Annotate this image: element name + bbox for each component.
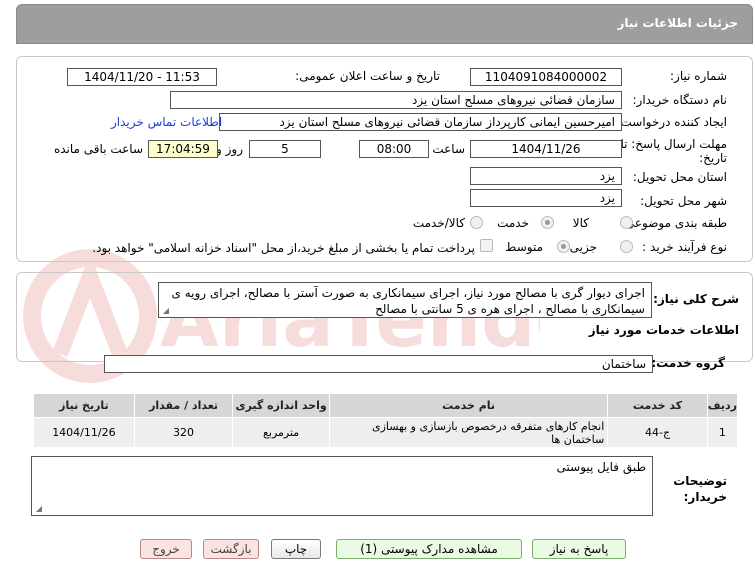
city-label: شهر محل تحویل:: [640, 194, 727, 208]
notes-resize-handle-icon[interactable]: ◢: [34, 505, 42, 513]
description-label: شرح کلی نیاز:: [653, 292, 739, 306]
table-header-row: ردیف کد خدمت نام خدمت واحد اندازه گیری ت…: [33, 393, 739, 418]
category-radio-goods[interactable]: [620, 216, 633, 229]
process-option-minor: جزیی: [569, 240, 597, 254]
cell-unit: مترمربع: [232, 417, 330, 448]
contact-buyer-link[interactable]: اطلاعات تماس خریدار: [111, 115, 222, 129]
announce-date-field: 1404/11/20 - 11:53: [67, 68, 217, 86]
city-field: یزد: [470, 189, 622, 207]
cell-service-name: انجام کارهای متفرقه درخصوص بازسازی و بهس…: [328, 417, 609, 448]
category-option-goods-service: کالا/خدمت: [412, 216, 465, 230]
payment-note: پرداخت تمام یا بخشی از مبلغ خرید،از محل …: [92, 241, 475, 255]
col-unit: واحد اندازه گیری: [232, 393, 330, 418]
col-service-code: کد خدمت: [607, 393, 708, 418]
process-radio-medium[interactable]: [557, 240, 570, 253]
province-field: یزد: [470, 167, 622, 185]
description-text: اجرای دیوار گری با مصالح مورد نیاز، اجرا…: [171, 286, 646, 316]
services-section-title: اطلاعات خدمات مورد نیاز: [588, 323, 739, 337]
category-radio-service[interactable]: [541, 216, 554, 229]
process-label: نوع فرآیند خرید :: [642, 240, 727, 254]
treasury-payment-checkbox[interactable]: [480, 239, 493, 252]
col-need-date: تاریخ نیاز: [33, 393, 135, 418]
page-title: جزئیات اطلاعات نیاز: [617, 16, 738, 30]
info-section: [16, 56, 753, 262]
province-label: استان محل تحویل:: [632, 170, 727, 184]
description-field: اجرای دیوار گری با مصالح مورد نیاز، اجرا…: [158, 282, 652, 318]
view-attachments-button[interactable]: مشاهده مدارک پیوستی (1): [336, 539, 522, 559]
col-service-name: نام خدمت: [328, 393, 609, 418]
days-label: روز و: [216, 142, 243, 156]
buyer-notes-field: طبق فایل پیوستی ◢: [31, 456, 653, 516]
service-group-label: گروه خدمت:: [651, 356, 725, 370]
panel-header: جزئیات اطلاعات نیاز: [16, 4, 753, 44]
need-number-field: 1104091084000002: [470, 68, 622, 86]
deadline-time-label: ساعت: [432, 142, 465, 156]
cell-need-date: 1404/11/26: [33, 417, 135, 448]
col-row-number: ردیف: [706, 393, 739, 418]
creator-label: ایجاد کننده درخواست:: [616, 115, 727, 129]
remaining-time-field: 17:04:59: [148, 140, 218, 158]
deadline-label: مهلت ارسال پاسخ: تا: [620, 137, 727, 151]
need-number-label: شماره نیاز:: [670, 69, 727, 83]
buyer-org-field: سازمان قضائی نیروهای مسلح استان یزد: [170, 91, 622, 109]
exit-button[interactable]: خروج: [140, 539, 192, 559]
buyer-notes-text: طبق فایل پیوستی: [556, 460, 646, 474]
process-option-medium: متوسط: [505, 240, 543, 254]
category-radio-goods-service[interactable]: [470, 216, 483, 229]
category-option-service: خدمت: [497, 216, 529, 230]
announce-label: تاریخ و ساعت اعلان عمومی:: [295, 69, 440, 83]
service-group-field: ساختمان: [104, 355, 653, 373]
deadline-label-date: تاریخ:: [699, 151, 727, 165]
buyer-notes-label: توضیحات: [673, 474, 727, 488]
col-quantity: تعداد / مقدار: [133, 393, 234, 418]
creator-field: امیرحسین ایمانی کارپرداز سازمان قضائی نی…: [219, 113, 622, 131]
remaining-time-label: ساعت باقی مانده: [53, 142, 143, 156]
table-row[interactable]: 1 ج-44 انجام کارهای متفرقه درخصوص بازساز…: [33, 417, 739, 448]
cell-quantity: 320: [133, 417, 234, 448]
days-field: 5: [249, 140, 321, 158]
cell-row-number: 1: [706, 417, 739, 448]
process-radio-minor[interactable]: [620, 240, 633, 253]
services-table: ردیف کد خدمت نام خدمت واحد اندازه گیری ت…: [33, 393, 739, 448]
buyer-org-label: نام دستگاه خریدار:: [632, 93, 728, 107]
back-button[interactable]: بازگشت: [203, 539, 259, 559]
respond-button[interactable]: پاسخ به نیاز: [532, 539, 626, 559]
resize-handle-icon[interactable]: ◢: [161, 307, 169, 315]
print-button[interactable]: چاپ: [271, 539, 321, 559]
cell-service-code: ج-44: [607, 417, 708, 448]
deadline-time-field: 08:00: [359, 140, 429, 158]
deadline-date-field: 1404/11/26: [470, 140, 622, 158]
buyer-notes-label-2: خریدار:: [683, 490, 727, 504]
category-option-goods: کالا: [572, 216, 589, 230]
category-label: طبقه بندی موضوعی:: [620, 216, 727, 230]
